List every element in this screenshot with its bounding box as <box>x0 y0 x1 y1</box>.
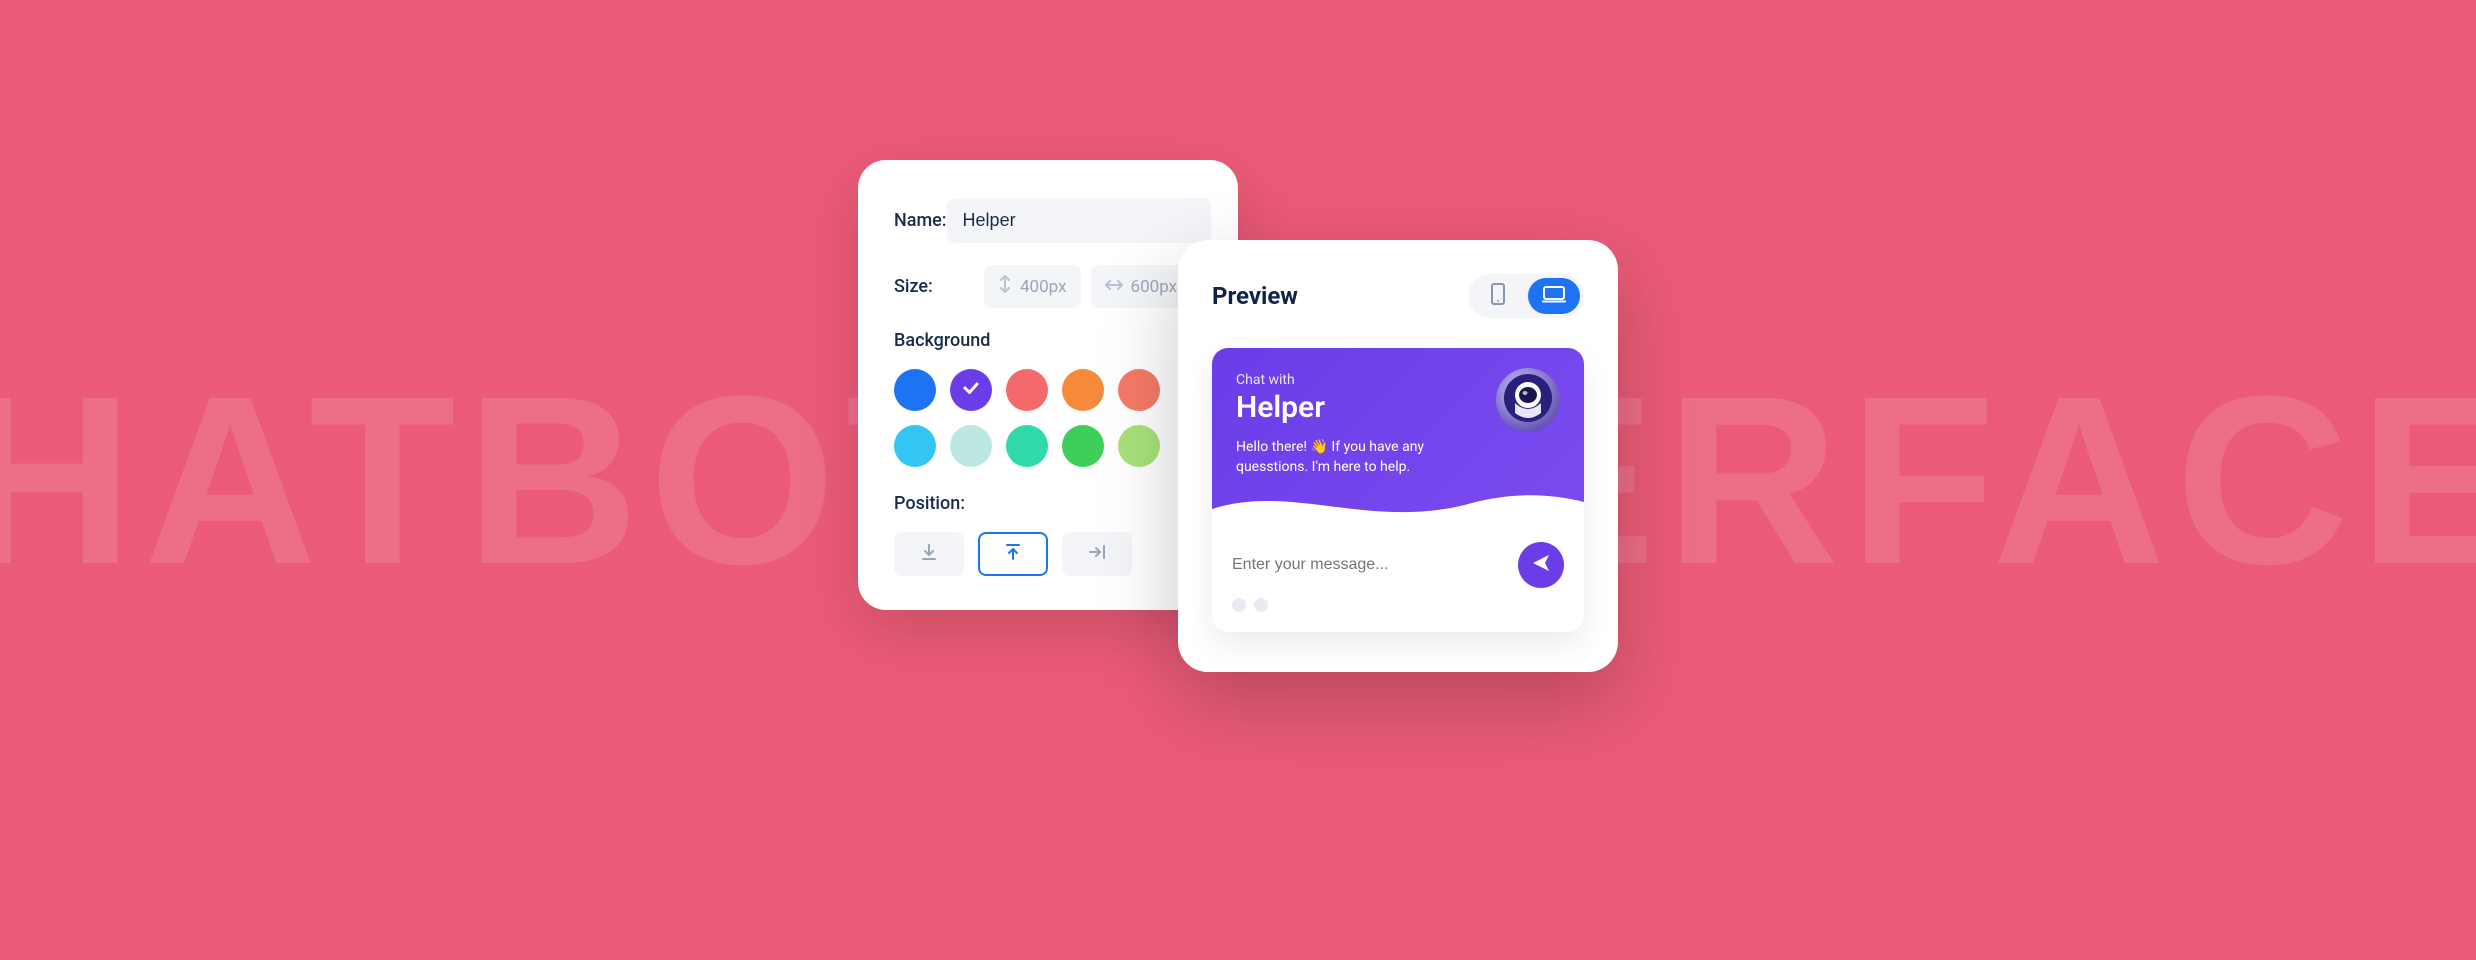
device-toggle <box>1468 274 1584 318</box>
dot-icon <box>1232 598 1246 612</box>
vertical-resize-icon <box>998 275 1012 298</box>
preview-title: Preview <box>1212 282 1298 310</box>
position-bottom-button[interactable] <box>894 532 964 576</box>
color-swatch-1[interactable] <box>950 369 992 411</box>
chat-greeting-text: Hello there! 👋 If you have any quesstion… <box>1236 437 1436 478</box>
check-icon <box>961 378 981 402</box>
color-swatch-6[interactable] <box>950 425 992 467</box>
align-right-icon <box>1086 541 1108 567</box>
name-input[interactable] <box>947 198 1211 243</box>
color-swatch-5[interactable] <box>894 425 936 467</box>
preview-panel: Preview <box>1178 240 1618 672</box>
device-mobile-button[interactable] <box>1472 278 1524 314</box>
typing-indicator <box>1212 598 1584 632</box>
mobile-icon <box>1491 283 1505 309</box>
wave-divider <box>1212 489 1584 525</box>
size-width-input[interactable]: 600px <box>1091 265 1192 308</box>
desktop-icon <box>1542 285 1566 307</box>
position-top-button[interactable] <box>978 532 1048 576</box>
color-swatch-2[interactable] <box>1006 369 1048 411</box>
position-label: Position: <box>894 493 1202 514</box>
chat-message-input[interactable] <box>1232 556 1504 574</box>
send-button[interactable] <box>1518 542 1564 588</box>
size-height-input[interactable]: 400px <box>984 265 1081 308</box>
size-height-value: 400px <box>1020 277 1067 297</box>
color-swatch-3[interactable] <box>1062 369 1104 411</box>
send-icon <box>1531 553 1551 577</box>
size-label: Size: <box>894 276 984 297</box>
size-width-value: 600px <box>1131 277 1178 297</box>
device-desktop-button[interactable] <box>1528 278 1580 314</box>
background-swatch-grid <box>894 369 1202 467</box>
chat-widget-preview: Chat with Helper Hello there! 👋 If you h… <box>1212 348 1584 632</box>
align-top-icon <box>1002 541 1024 567</box>
name-label: Name: <box>894 210 947 231</box>
color-swatch-0[interactable] <box>894 369 936 411</box>
astronaut-icon <box>1503 373 1553 427</box>
color-swatch-7[interactable] <box>1006 425 1048 467</box>
color-swatch-4[interactable] <box>1118 369 1160 411</box>
background-label: Background <box>894 330 1202 351</box>
color-swatch-8[interactable] <box>1062 425 1104 467</box>
dot-icon <box>1254 598 1268 612</box>
color-swatch-9[interactable] <box>1118 425 1160 467</box>
horizontal-resize-icon <box>1105 277 1123 297</box>
align-bottom-icon <box>918 541 940 567</box>
bot-avatar <box>1496 368 1560 432</box>
chat-header: Chat with Helper Hello there! 👋 If you h… <box>1212 348 1584 524</box>
position-right-button[interactable] <box>1062 532 1132 576</box>
